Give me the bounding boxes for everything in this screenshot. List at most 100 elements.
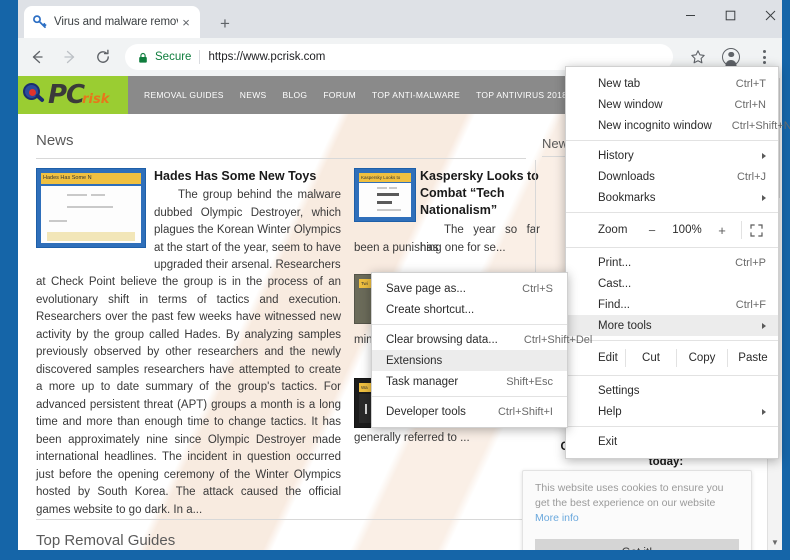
back-arrow-icon[interactable] <box>23 43 51 71</box>
chevron-right-icon <box>762 323 766 329</box>
maximize-icon[interactable] <box>710 0 750 30</box>
magnifier-icon <box>23 83 47 107</box>
menu-label: Find... <box>598 299 716 311</box>
article-thumbnail[interactable]: Kaspersky Looks to <box>354 168 416 222</box>
new-tab-button[interactable]: + <box>214 12 236 34</box>
menu-item-print[interactable]: Print... Ctrl+P <box>566 252 778 273</box>
menu-label: Extensions <box>386 355 553 367</box>
submenu-item-extensions[interactable]: Extensions <box>372 350 567 371</box>
menu-item-new-incognito-window[interactable]: New incognito window Ctrl+Shift+N <box>566 115 778 136</box>
edit-copy-button[interactable]: Copy <box>676 349 727 367</box>
menu-accelerator: Ctrl+Shift+I <box>498 406 553 418</box>
submenu-item-save-page-as[interactable]: Save page as... Ctrl+S <box>372 278 567 299</box>
menu-item-settings[interactable]: Settings <box>566 380 778 401</box>
article-title[interactable]: Hades Has Some New Toys <box>154 168 354 185</box>
browser-window: Virus and malware removal instr × + <box>0 0 790 560</box>
lock-icon <box>137 51 149 63</box>
menu-label: Save page as... <box>386 283 496 295</box>
nav-item-forum[interactable]: FORUM <box>323 90 356 100</box>
menu-label: Bookmarks <box>598 192 748 204</box>
edit-cut-button[interactable]: Cut <box>625 349 676 367</box>
menu-label: New window <box>598 99 715 111</box>
article-title[interactable]: Kaspersky Looks to Combat “Tech National… <box>420 168 540 219</box>
title-bar: Virus and malware removal instr × + <box>0 0 790 38</box>
more-info-link[interactable]: More info <box>535 512 579 524</box>
menu-label: Exit <box>598 436 766 448</box>
logo-risk-text: risk <box>82 92 109 107</box>
menu-accelerator: Ctrl+S <box>522 283 553 295</box>
menu-accelerator: Ctrl+P <box>735 257 766 269</box>
nav-item-news[interactable]: NEWS <box>240 90 267 100</box>
menu-item-help[interactable]: Help <box>566 401 778 422</box>
key-icon <box>32 14 48 30</box>
menu-separator <box>372 396 567 397</box>
menu-label: Clear browsing data... <box>386 334 498 346</box>
article-thumbnail[interactable]: Hades Has Some N <box>36 168 146 248</box>
menu-item-cast[interactable]: Cast... <box>566 273 778 294</box>
tab-strip: Virus and malware removal instr × + <box>18 0 782 38</box>
scroll-down-icon[interactable]: ▼ <box>768 535 782 550</box>
window-frame: Virus and malware removal instr × + <box>0 0 790 560</box>
omnibox-divider <box>199 50 200 64</box>
got-it-button[interactable]: Got it! <box>535 539 739 550</box>
minimize-icon[interactable] <box>670 0 710 30</box>
article-body: generally referred to ... <box>354 430 540 448</box>
menu-accelerator: Ctrl+T <box>736 78 766 90</box>
menu-item-bookmarks[interactable]: Bookmarks <box>566 187 778 208</box>
secure-label: Secure <box>155 51 191 63</box>
cookie-text: This website uses cookies to ensure you … <box>535 482 724 509</box>
titlebar-left-edge <box>0 0 18 38</box>
menu-separator <box>566 426 778 427</box>
zoom-level-value: 100% <box>665 224 709 236</box>
chrome-main-menu: New tab Ctrl+T New window Ctrl+N New inc… <box>565 66 779 459</box>
zoom-in-button[interactable]: + <box>709 223 735 238</box>
close-icon[interactable] <box>750 0 790 30</box>
menu-item-more-tools[interactable]: More tools <box>566 315 778 336</box>
chevron-right-icon <box>762 195 766 201</box>
menu-accelerator: Ctrl+N <box>735 99 766 111</box>
menu-item-edit: Edit Cut Copy Paste <box>566 345 778 371</box>
tab-title: Virus and malware removal instr <box>54 16 178 28</box>
menu-accelerator: Ctrl+Shift+Del <box>524 334 592 346</box>
article-lead: The group behind the malware dubbed Olym… <box>154 187 341 275</box>
zoom-label: Zoom <box>598 224 639 236</box>
menu-item-downloads[interactable]: Downloads Ctrl+J <box>566 166 778 187</box>
close-icon[interactable]: × <box>178 14 194 30</box>
site-logo[interactable]: PC risk <box>18 76 128 114</box>
nav-item-removal-guides[interactable]: REMOVAL GUIDES <box>144 90 224 100</box>
menu-item-new-window[interactable]: New window Ctrl+N <box>566 94 778 115</box>
menu-separator <box>566 375 778 376</box>
menu-item-history[interactable]: History <box>566 145 778 166</box>
edit-paste-button[interactable]: Paste <box>727 349 778 367</box>
zoom-out-button[interactable]: − <box>639 223 665 238</box>
cookie-message: This website uses cookies to ensure you … <box>535 481 739 526</box>
submenu-item-clear-browsing-data[interactable]: Clear browsing data... Ctrl+Shift+Del <box>372 329 567 350</box>
menu-item-new-tab[interactable]: New tab Ctrl+T <box>566 73 778 94</box>
menu-label: More tools <box>598 320 748 332</box>
submenu-item-task-manager[interactable]: Task manager Shift+Esc <box>372 371 567 392</box>
nav-item-top-anti-malware[interactable]: TOP ANTI-MALWARE <box>372 90 460 100</box>
reload-icon[interactable] <box>89 43 117 71</box>
menu-label: Downloads <box>598 171 717 183</box>
thumb-body <box>359 183 411 217</box>
browser-tab[interactable]: Virus and malware removal instr × <box>24 6 200 38</box>
article-body: been a punishing one for se... <box>354 240 540 258</box>
menu-separator <box>566 212 778 213</box>
nav-item-blog[interactable]: BLOG <box>282 90 307 100</box>
fullscreen-icon[interactable] <box>741 221 770 239</box>
menu-item-exit[interactable]: Exit <box>566 431 778 452</box>
url-text: https://www.pcrisk.com <box>208 51 325 63</box>
menu-item-zoom: Zoom − 100% + <box>566 217 778 243</box>
chevron-right-icon <box>762 153 766 159</box>
kebab-dots <box>763 50 766 64</box>
nav-item-top-antivirus[interactable]: TOP ANTIVIRUS 2018 <box>476 90 567 100</box>
submenu-item-create-shortcut[interactable]: Create shortcut... <box>372 299 567 320</box>
menu-separator <box>566 140 778 141</box>
menu-label: Cast... <box>598 278 766 290</box>
thumb-caption: Kaspersky Looks to <box>359 173 411 182</box>
menu-label: New tab <box>598 78 716 90</box>
submenu-item-developer-tools[interactable]: Developer tools Ctrl+Shift+I <box>372 401 567 422</box>
edit-label: Edit <box>598 352 625 364</box>
menu-item-find[interactable]: Find... Ctrl+F <box>566 294 778 315</box>
forward-arrow-icon[interactable] <box>56 43 84 71</box>
